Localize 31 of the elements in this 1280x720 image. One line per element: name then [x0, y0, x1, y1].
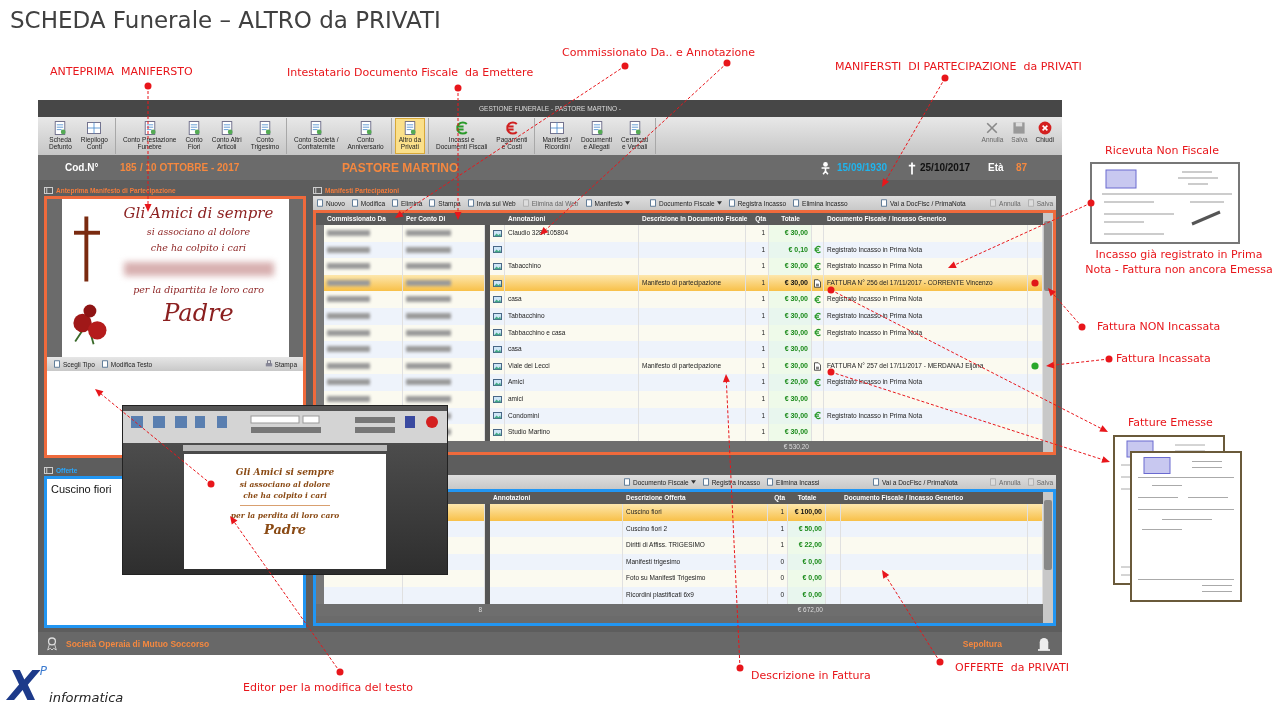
death-date: 25/10/2017 [920, 162, 971, 173]
annotation-label: Incasso già registrato in Prima Nota - Fattura non ancora Emessa [1084, 247, 1274, 277]
code-number: 185 [120, 162, 137, 173]
editor-text: Gli Amici si sempre [235, 466, 335, 479]
annotation-label: Fattura NON Incassata [1097, 319, 1221, 334]
manifesto-text: Padre [163, 298, 234, 328]
deceased-name: PASTORE MARTINO [342, 160, 459, 175]
manifesto-text: si associano al dolore [146, 225, 251, 239]
offer-text: Cuscino fiori [50, 482, 113, 497]
status-burial: Sepoltura [962, 638, 1002, 649]
slide-title: SCHEDA Funerale – ALTRO da PRIVATI [10, 7, 441, 33]
manifesto-text: che ha colpito i cari [150, 241, 247, 255]
annotation-label: Fatture Emesse [1128, 415, 1213, 430]
annotation-label: OFFERTE da PRIVATI [955, 660, 1069, 675]
annotation-label: Descrizione in Fattura [751, 668, 871, 683]
annotation-label: Commissionato Da.. e Annotazione [562, 45, 755, 60]
editor-text: Padre [263, 521, 307, 539]
manifesto-text: Gli Amici di sempre [123, 203, 274, 224]
status-association: Società Operaia di Mutuo Soccorso [66, 638, 210, 649]
annotation-label: Editor per la modifica del testo [243, 680, 413, 695]
age-label: Età [988, 162, 1004, 173]
age-value: 87 [1016, 162, 1028, 173]
annotation-label: Fattura Incassata [1116, 351, 1211, 366]
annotation-label: Ricevuta Non Fiscale [1105, 143, 1219, 158]
annotation-label: MANIFERSTI DI PARTECIPAZIONE da PRIVATI [835, 59, 1082, 74]
annotation-label: ANTEPRIMA MANIFERSTO [50, 64, 193, 79]
birth-date: 15/09/1930 [837, 162, 888, 173]
annotation-label: Intestatario Documento Fiscale da Emettere [287, 65, 534, 80]
code-label: Cod.N° [65, 162, 99, 173]
manifesto-text: per la dipartita le loro caro [133, 283, 264, 297]
funeral-date: / 10 OTTOBRE - 2017 [140, 162, 240, 173]
